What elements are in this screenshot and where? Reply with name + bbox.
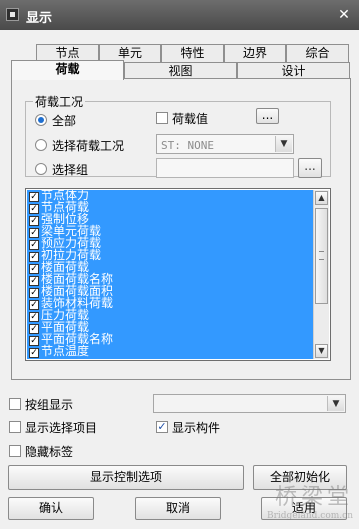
show-members-checkbox[interactable]: ✓	[156, 421, 168, 433]
list-scrollbar[interactable]: ▲ ▼	[313, 190, 329, 359]
list-item-checkbox[interactable]: ✓	[29, 276, 39, 286]
show-selected-checkbox[interactable]	[9, 421, 21, 433]
chevron-down-icon: ▼	[327, 396, 344, 411]
radio-select-case-label: 选择荷载工况	[52, 139, 125, 153]
list-item-checkbox[interactable]: ✓	[29, 288, 39, 298]
apply-button[interactable]: 适用	[261, 497, 347, 520]
hide-labels-checkbox[interactable]	[9, 445, 21, 457]
by-group-label: 按组显示	[25, 398, 74, 412]
title-bar[interactable]: 显示 ✕	[0, 0, 359, 30]
list-item-checkbox[interactable]: ✓	[29, 264, 39, 274]
load-case-combo-value: ST: NONE	[161, 139, 214, 152]
group-display-combo[interactable]: ▼	[153, 394, 346, 413]
load-value-checkbox[interactable]	[156, 112, 168, 124]
window-title: 显示	[26, 11, 53, 26]
list-item-checkbox[interactable]: ✓	[29, 192, 39, 202]
radio-select-group-label: 选择组	[52, 163, 89, 177]
list-item-checkbox[interactable]: ✓	[29, 348, 39, 358]
group-ellipsis-button[interactable]: ...	[298, 158, 322, 178]
radio-all-label: 全部	[52, 114, 77, 128]
list-item-label: 节点温度	[41, 344, 90, 358]
radio-select-case[interactable]	[35, 139, 47, 151]
radio-select-group[interactable]	[35, 163, 47, 175]
show-selected-label: 显示选择项目	[25, 421, 98, 435]
load-case-group-title: 荷载工况	[33, 93, 86, 110]
load-value-ellipsis-button[interactable]: ...	[256, 108, 279, 124]
radio-all[interactable]	[35, 114, 47, 126]
window-app-icon	[6, 8, 19, 21]
tab-loads[interactable]: 荷载	[11, 60, 124, 80]
close-icon[interactable]: ✕	[335, 6, 353, 24]
load-items-list: ✓ 节点体力 ✓ 节点荷载 ✓ 强制位移 ✓ 梁单元荷载 ✓ 预应力荷载 ✓ 初拉力荷载 ✓ 楼面荷载 ✓ 楼…	[27, 190, 313, 359]
list-item-checkbox[interactable]: ✓	[29, 228, 39, 238]
list-item-checkbox[interactable]: ✓	[29, 216, 39, 226]
display-control-options-button[interactable]: 显示控制选项	[8, 465, 244, 490]
reset-all-button[interactable]: 全部初始化	[253, 465, 347, 490]
scroll-thumb[interactable]	[315, 208, 328, 304]
load-case-combo[interactable]: ST: NONE ▼	[156, 134, 294, 154]
list-item-checkbox[interactable]: ✓	[29, 336, 39, 346]
scroll-down-icon[interactable]: ▼	[315, 344, 328, 358]
scroll-up-icon[interactable]: ▲	[315, 191, 328, 205]
chevron-down-icon: ▼	[275, 136, 292, 152]
hide-labels-label: 隐藏标签	[25, 445, 74, 459]
list-item-checkbox[interactable]: ✓	[29, 312, 39, 322]
list-item-checkbox[interactable]: ✓	[29, 204, 39, 214]
list-item-checkbox[interactable]: ✓	[29, 252, 39, 262]
list-item-checkbox[interactable]: ✓	[29, 324, 39, 334]
tab-boundaries[interactable]: 边界	[224, 44, 286, 62]
list-item-checkbox[interactable]: ✓	[29, 300, 39, 310]
cancel-button[interactable]: 取消	[135, 497, 221, 520]
show-members-label: 显示构件	[172, 421, 221, 435]
group-select-field[interactable]	[156, 158, 294, 178]
tab-misc[interactable]: 综合	[286, 44, 349, 62]
load-value-label: 荷载值	[172, 112, 209, 126]
by-group-checkbox[interactable]	[9, 398, 21, 410]
load-items-listbox[interactable]: ✓ 节点体力 ✓ 节点荷载 ✓ 强制位移 ✓ 梁单元荷载 ✓ 预应力荷载 ✓ 初拉力荷载 ✓ 楼面荷载 ✓ 楼…	[25, 188, 331, 361]
list-item-checkbox[interactable]: ✓	[29, 240, 39, 250]
list-item[interactable]: ✓ 节点温度	[27, 344, 313, 358]
tab-properties[interactable]: 特性	[161, 44, 224, 62]
ok-button[interactable]: 确认	[8, 497, 94, 520]
